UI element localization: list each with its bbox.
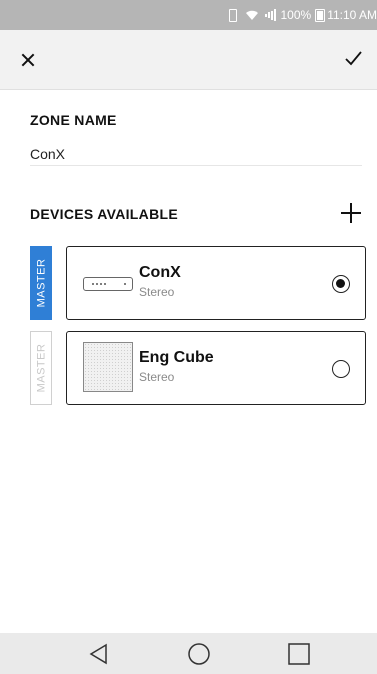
- battery-icon: [315, 8, 326, 22]
- device-name: Eng Cube: [139, 349, 214, 366]
- master-toggle-conx[interactable]: MASTER: [30, 246, 52, 320]
- devices-available-label: DEVICES AVAILABLE: [30, 206, 178, 222]
- conx-device-thumbnail: [83, 277, 133, 291]
- status-icons: 100% 11:10 AM: [225, 0, 377, 30]
- home-icon[interactable]: [186, 641, 212, 667]
- zone-name-label: ZONE NAME: [30, 112, 117, 128]
- wifi-icon: [245, 9, 259, 21]
- device-card-eng-cube[interactable]: Eng Cube Stereo: [66, 331, 366, 405]
- recent-apps-icon[interactable]: [286, 641, 312, 667]
- master-label: MASTER: [35, 343, 47, 393]
- close-icon[interactable]: [16, 46, 44, 74]
- device-radio-selected[interactable]: [332, 275, 350, 293]
- navigation-bar: [0, 633, 377, 674]
- back-icon[interactable]: [86, 641, 112, 667]
- device-name: ConX: [139, 264, 181, 281]
- master-toggle-eng-cube[interactable]: MASTER: [30, 331, 52, 405]
- master-label: MASTER: [35, 258, 47, 308]
- device-subtitle: Stereo: [139, 370, 175, 384]
- status-time: 11:10 AM: [327, 8, 377, 22]
- cube-device-thumbnail: [83, 342, 133, 392]
- checkmark-icon[interactable]: [339, 44, 367, 72]
- zone-name-input[interactable]: [30, 142, 362, 166]
- vibrate-icon: [225, 8, 239, 22]
- signal-icon: [265, 9, 277, 21]
- plus-icon[interactable]: [338, 200, 364, 226]
- battery-percent: 100%: [280, 8, 312, 22]
- device-subtitle: Stereo: [139, 285, 175, 299]
- status-bar: 100% 11:10 AM: [0, 0, 377, 30]
- device-radio[interactable]: [332, 360, 350, 378]
- device-card-conx[interactable]: ConX Stereo: [66, 246, 366, 320]
- app-bar: [0, 30, 377, 90]
